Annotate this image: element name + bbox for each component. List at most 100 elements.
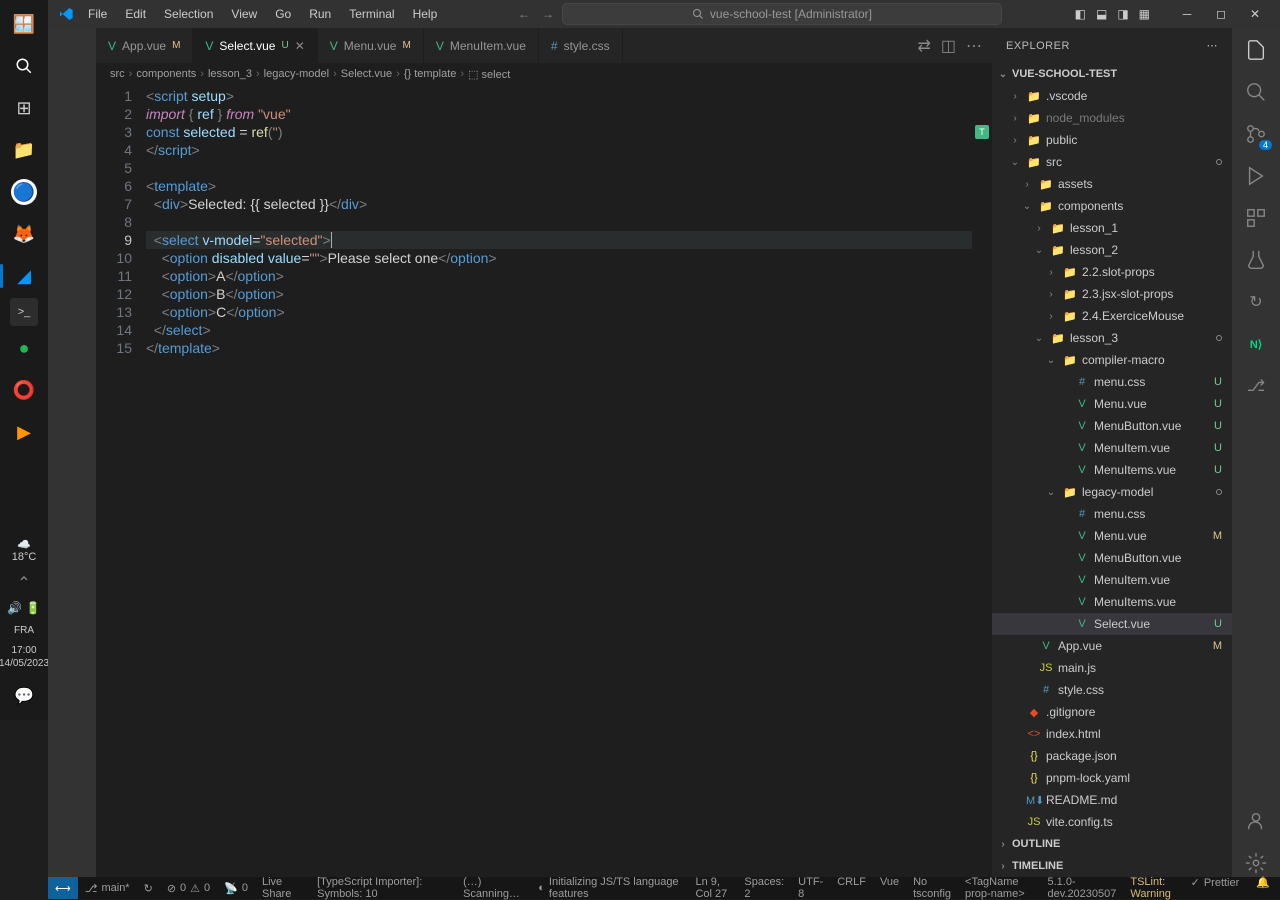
menu-go[interactable]: Go: [267, 5, 299, 23]
spotify-icon[interactable]: ●: [4, 328, 44, 368]
media-icon[interactable]: ▶: [4, 412, 44, 452]
search-icon[interactable]: [1242, 78, 1270, 106]
close-button[interactable]: ✕: [1238, 0, 1272, 28]
menu-terminal[interactable]: Terminal: [341, 5, 402, 23]
timeline-section[interactable]: ›TIMELINE: [992, 855, 1232, 877]
menu-view[interactable]: View: [223, 5, 265, 23]
tab-App.vue[interactable]: VApp.vueM: [96, 28, 193, 63]
project-root[interactable]: ⌄VUE-SCHOOL-TEST: [992, 63, 1232, 85]
extensions-icon[interactable]: [1242, 204, 1270, 232]
cursor-position[interactable]: Ln 9, Col 27: [688, 876, 737, 900]
clock[interactable]: 17:00 14/05/2023: [0, 644, 49, 670]
sync-button[interactable]: ↻: [137, 877, 160, 899]
tree-legacy-model[interactable]: ⌄📁legacy-model: [992, 481, 1232, 503]
nav-back-icon[interactable]: ←: [518, 7, 530, 21]
menu-help[interactable]: Help: [405, 5, 446, 23]
port-indicator[interactable]: 📡 0: [217, 877, 255, 899]
git-graph-icon[interactable]: ⎇: [1242, 372, 1270, 400]
code-editor[interactable]: 123456789101112131415 <script setup>impo…: [96, 85, 992, 877]
weather-widget[interactable]: ☁️ 18°C: [12, 538, 37, 563]
menu-selection[interactable]: Selection: [156, 5, 221, 23]
tree-MenuButton.vue[interactable]: VMenuButton.vueU: [992, 415, 1232, 437]
tree-2.2.slot-props[interactable]: ›📁2.2.slot-props: [992, 261, 1232, 283]
tree-compiler-macro[interactable]: ⌄📁compiler-macro: [992, 349, 1232, 371]
explorer-icon[interactable]: 📁: [4, 130, 44, 170]
chrome-icon[interactable]: 🔵: [11, 179, 37, 205]
tree-Select.vue[interactable]: VSelect.vueU: [992, 613, 1232, 635]
source-control-icon[interactable]: 4: [1242, 120, 1270, 148]
tree-Menu.vue[interactable]: VMenu.vueU: [992, 393, 1232, 415]
tree-lesson_2[interactable]: ⌄📁lesson_2: [992, 239, 1232, 261]
search-icon[interactable]: [4, 46, 44, 86]
language-mode[interactable]: Vue: [873, 876, 906, 888]
tree-components[interactable]: ⌄📁components: [992, 195, 1232, 217]
eol[interactable]: CRLF: [830, 876, 873, 888]
split-editor-icon[interactable]: ◫: [941, 36, 956, 56]
tree-MenuItem.vue[interactable]: VMenuItem.vueU: [992, 437, 1232, 459]
layout-left-icon[interactable]: ◧: [1075, 7, 1086, 21]
menu-edit[interactable]: Edit: [117, 5, 154, 23]
tree-main.js[interactable]: JSmain.js: [992, 657, 1232, 679]
tslint-status[interactable]: TSLint: Warning: [1123, 876, 1183, 900]
remote-button[interactable]: ⟷: [48, 877, 78, 899]
tree-lesson_3[interactable]: ⌄📁lesson_3: [992, 327, 1232, 349]
ts-version[interactable]: 5.1.0-dev.20230507: [1040, 876, 1123, 900]
layout-bottom-icon[interactable]: ⬓: [1096, 7, 1107, 21]
tree-public[interactable]: ›📁public: [992, 129, 1232, 151]
command-center[interactable]: vue-school-test [Administrator]: [562, 3, 1002, 25]
tree-pnpm-lock.yaml[interactable]: {}pnpm-lock.yaml: [992, 767, 1232, 789]
tree-README.md[interactable]: M⬇README.md: [992, 789, 1232, 811]
tree-src[interactable]: ⌄📁src: [992, 151, 1232, 173]
tree-menu.css[interactable]: #menu.css: [992, 503, 1232, 525]
settings-icon[interactable]: [1242, 849, 1270, 877]
app-icon[interactable]: ⭕: [4, 370, 44, 410]
branch-indicator[interactable]: ⎇ main*: [78, 877, 137, 899]
tree-node_modules[interactable]: ›📁node_modules: [992, 107, 1232, 129]
task-view-icon[interactable]: ⊞: [4, 88, 44, 128]
vscode-icon[interactable]: ◢: [4, 256, 44, 296]
notifications-icon[interactable]: 🔔: [1246, 876, 1280, 889]
tab-style.css[interactable]: #style.css: [539, 28, 623, 63]
tree-MenuItem.vue[interactable]: VMenuItem.vue: [992, 569, 1232, 591]
testing-icon[interactable]: [1242, 246, 1270, 274]
notifications-icon[interactable]: 💬: [8, 680, 40, 712]
menu-run[interactable]: Run: [301, 5, 339, 23]
layout-panel-icon[interactable]: ▦: [1139, 7, 1150, 21]
nav-forward-icon[interactable]: →: [542, 7, 554, 21]
nuxt-icon[interactable]: N⟩: [1242, 330, 1270, 358]
more-icon[interactable]: ⋯: [1207, 39, 1219, 52]
compare-icon[interactable]: ⇄: [917, 36, 930, 56]
minimap[interactable]: T: [972, 85, 992, 877]
tree-MenuItems.vue[interactable]: VMenuItems.vueU: [992, 459, 1232, 481]
encoding[interactable]: UTF-8: [791, 876, 830, 900]
live-share[interactable]: Live Share: [255, 877, 310, 899]
tree-menu.css[interactable]: #menu.cssU: [992, 371, 1232, 393]
language-indicator[interactable]: FRA: [14, 625, 34, 636]
tree-2.3.jsx-slot-props[interactable]: ›📁2.3.jsx-slot-props: [992, 283, 1232, 305]
tree-2.4.ExerciceMouse[interactable]: ›📁2.4.ExerciceMouse: [992, 305, 1232, 327]
tree-vite.config.ts[interactable]: JSvite.config.ts: [992, 811, 1232, 833]
account-icon[interactable]: [1242, 807, 1270, 835]
terminal-icon[interactable]: >_: [10, 298, 38, 326]
tagname-status[interactable]: <TagName prop-name>: [958, 876, 1040, 900]
files-icon[interactable]: [1242, 36, 1270, 64]
layout-right-icon[interactable]: ◨: [1117, 7, 1128, 21]
ts-importer[interactable]: [TypeScript Importer]: Symbols: 10: [310, 877, 456, 899]
firefox-icon[interactable]: 🦊: [4, 214, 44, 254]
tree-package.json[interactable]: {}package.json: [992, 745, 1232, 767]
start-icon[interactable]: 🪟: [4, 4, 44, 44]
tree-MenuItems.vue[interactable]: VMenuItems.vue: [992, 591, 1232, 613]
menu-file[interactable]: File: [80, 5, 115, 23]
tab-Select.vue[interactable]: VSelect.vueU✕: [193, 28, 317, 63]
tsconfig-status[interactable]: No tsconfig: [906, 876, 958, 900]
more-icon[interactable]: ⋯: [966, 36, 982, 56]
tree-App.vue[interactable]: VApp.vueM: [992, 635, 1232, 657]
maximize-button[interactable]: ◻: [1204, 0, 1238, 28]
prettier-status[interactable]: ✓ Prettier: [1184, 876, 1247, 889]
minimize-button[interactable]: ─: [1170, 0, 1204, 28]
outline-section[interactable]: ›OUTLINE: [992, 833, 1232, 855]
tree-lesson_1[interactable]: ›📁lesson_1: [992, 217, 1232, 239]
tab-MenuItem.vue[interactable]: VMenuItem.vue: [424, 28, 539, 63]
tree-style.css[interactable]: #style.css: [992, 679, 1232, 701]
problems-indicator[interactable]: ⊘ 0 ⚠ 0: [160, 877, 217, 899]
